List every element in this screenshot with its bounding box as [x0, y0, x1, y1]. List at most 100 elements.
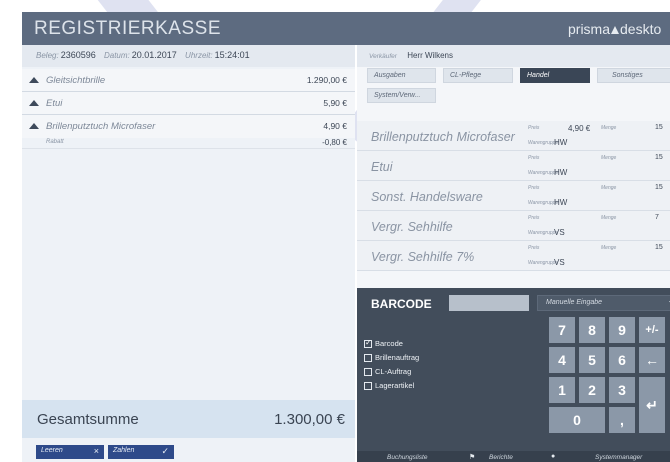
enter-key[interactable]: ↵	[639, 377, 665, 433]
key-9[interactable]: 9	[609, 317, 635, 343]
quantity-label: Menge	[601, 185, 617, 191]
total-label: Gesamtsumme	[37, 411, 139, 428]
quantity-label: Menge	[601, 155, 617, 161]
collapse-arrow-icon[interactable]	[29, 123, 39, 129]
key-0[interactable]: 0	[549, 407, 605, 433]
product-group-value: HW	[554, 138, 568, 147]
price-label: Preis	[528, 125, 540, 131]
checkbox-cl-auftrag[interactable]: CL-Auftrag	[364, 366, 419, 378]
tab-ausgaben[interactable]: Ausgaben	[367, 68, 436, 83]
receipt-line[interactable]: Brillenputztuch Microfaser 4,90 €	[22, 115, 355, 138]
clear-button-label: Leeren	[41, 447, 63, 454]
berichte-label: Berichte	[489, 454, 513, 461]
product-row[interactable]: Etui Preis Menge 15 Warengruppe HW	[357, 151, 670, 181]
product-name: Vergr. Sehhilfe	[371, 220, 453, 234]
search-filter-options: Barcode Brillenauftrag CL-Auftrag Lagera…	[364, 338, 419, 394]
berichte-button[interactable]: Berichte ●	[489, 451, 569, 462]
total-bar: Gesamtsumme 1.300,00 €	[22, 400, 355, 438]
checkbox-label: CL-Auftrag	[375, 367, 412, 376]
barcode-label: BARCODE	[371, 297, 432, 311]
seller-label: Verkäufer	[369, 53, 397, 60]
key-7[interactable]: 7	[549, 317, 575, 343]
price-label: Preis	[528, 245, 540, 251]
checkbox-label: Barcode	[375, 339, 403, 348]
total-amount: 1.300,00 €	[274, 411, 345, 428]
seller-bar: Verkäufer Herr Wilkens	[357, 45, 670, 67]
key-3[interactable]: 3	[609, 377, 635, 403]
checkbox-lagerartikel[interactable]: Lagerartikel	[364, 380, 419, 392]
quantity-value: 15	[655, 124, 663, 131]
bottom-nav: Buchungsliste ⚑ Berichte ● Systemmanager	[357, 451, 670, 462]
close-icon: ×	[93, 446, 99, 456]
pay-button[interactable]: Zahlen ✓	[108, 445, 174, 459]
tab-handel[interactable]: Handel	[520, 68, 590, 83]
key-2[interactable]: 2	[579, 377, 605, 403]
key-6[interactable]: 6	[609, 347, 635, 373]
receipt-items: Gleitsichtbrille 1.290,00 € Etui 5,90 € …	[22, 69, 355, 149]
product-name: Sonst. Handelsware	[371, 190, 483, 204]
beleg-label: Beleg:	[36, 51, 59, 60]
chat-icon: ●	[551, 453, 556, 460]
quantity-label: Menge	[601, 245, 617, 251]
quantity-value: 7	[655, 214, 659, 221]
price-value: 4,90 €	[568, 124, 591, 133]
checkbox-empty-icon[interactable]	[364, 368, 372, 376]
brand-logo: prisma deskto	[568, 21, 662, 37]
key-8[interactable]: 8	[579, 317, 605, 343]
receipt-panel: Beleg: 2360596 Datum: 20.01.2017 Uhrzeit: 1…	[22, 45, 355, 462]
check-icon: ✓	[161, 446, 169, 456]
receipt-line[interactable]: Etui 5,90 €	[22, 92, 355, 115]
product-panel: Verkäufer Herr Wilkens Ausgaben CL-Pfleg…	[357, 45, 670, 462]
tab-system-verw[interactable]: System/Verw...	[367, 88, 436, 103]
tab-cl-pflege[interactable]: CL-Pflege	[443, 68, 513, 83]
key-4[interactable]: 4	[549, 347, 575, 373]
quantity-label: Menge	[601, 215, 617, 221]
checkbox-empty-icon[interactable]	[364, 382, 372, 390]
barcode-input[interactable]	[449, 295, 529, 311]
product-group-value: VS	[554, 228, 565, 237]
key-plus-minus[interactable]: +/-	[639, 317, 665, 343]
datum-value: 20.01.2017	[131, 50, 177, 60]
product-row[interactable]: Vergr. Sehhilfe Preis Menge 7 Warengrupp…	[357, 211, 670, 241]
product-row[interactable]: Brillenputztuch Microfaser Preis 4,90 € …	[357, 121, 670, 151]
discount-label: Rabatt	[46, 139, 64, 145]
input-mode-value: Manuelle Eingabe	[546, 299, 603, 306]
input-mode-select[interactable]: Manuelle Eingabe	[537, 295, 670, 311]
product-group-value: HW	[554, 198, 568, 207]
checkbox-brillenauftrag[interactable]: Brillenauftrag	[364, 352, 419, 364]
receipt-line-price: 1.290,00 €	[306, 75, 347, 85]
collapse-arrow-icon[interactable]	[29, 77, 39, 83]
app-title: REGISTRIERKASSE	[34, 18, 221, 39]
datum-label: Datum:	[103, 51, 130, 60]
tab-sonstiges[interactable]: Sonstiges	[597, 68, 670, 83]
receipt-line-name: Brillenputztuch Microfaser	[46, 121, 156, 132]
receipt-line[interactable]: Gleitsichtbrille 1.290,00 €	[22, 69, 355, 92]
clear-button[interactable]: Leeren ×	[36, 445, 104, 459]
systemmanager-button[interactable]: Systemmanager	[595, 451, 670, 462]
register-window: REGISTRIERKASSE prisma deskto Beleg: 23605…	[22, 12, 670, 462]
logo-triangle-icon	[611, 26, 620, 34]
checkbox-empty-icon[interactable]	[364, 354, 372, 362]
seller-value[interactable]: Herr Wilkens	[407, 51, 453, 60]
buchungsliste-label: Buchungsliste	[387, 454, 428, 461]
buchungsliste-button[interactable]: Buchungsliste ⚑	[387, 451, 482, 462]
collapse-arrow-icon[interactable]	[29, 100, 39, 106]
product-row[interactable]: Sonst. Handelsware Preis Menge 15 Wareng…	[357, 181, 670, 211]
pay-button-label: Zahlen	[113, 447, 135, 454]
receipt-line-name: Gleitsichtbrille	[46, 75, 106, 86]
product-row[interactable]: Vergr. Sehhilfe 7% Preis Menge 15 Wareng…	[357, 241, 670, 271]
key-1[interactable]: 1	[549, 377, 575, 403]
product-name: Etui	[371, 160, 393, 174]
uhrzeit-value: 15:24:01	[214, 50, 250, 60]
checkbox-barcode[interactable]: Barcode	[364, 338, 419, 350]
beleg-value: 2360596	[60, 50, 96, 60]
key-5[interactable]: 5	[579, 347, 605, 373]
systemmanager-label: Systemmanager	[595, 454, 643, 461]
receipt-line-price: 5,90 €	[323, 98, 347, 108]
receipt-actions: Leeren × Zahlen ✓	[22, 438, 355, 462]
key-comma[interactable]: ,	[609, 407, 635, 433]
receipt-line-price: 4,90 €	[323, 121, 347, 131]
price-label: Preis	[528, 185, 540, 191]
backspace-key[interactable]: ←	[639, 347, 665, 373]
checkbox-checked-icon[interactable]	[364, 338, 372, 348]
